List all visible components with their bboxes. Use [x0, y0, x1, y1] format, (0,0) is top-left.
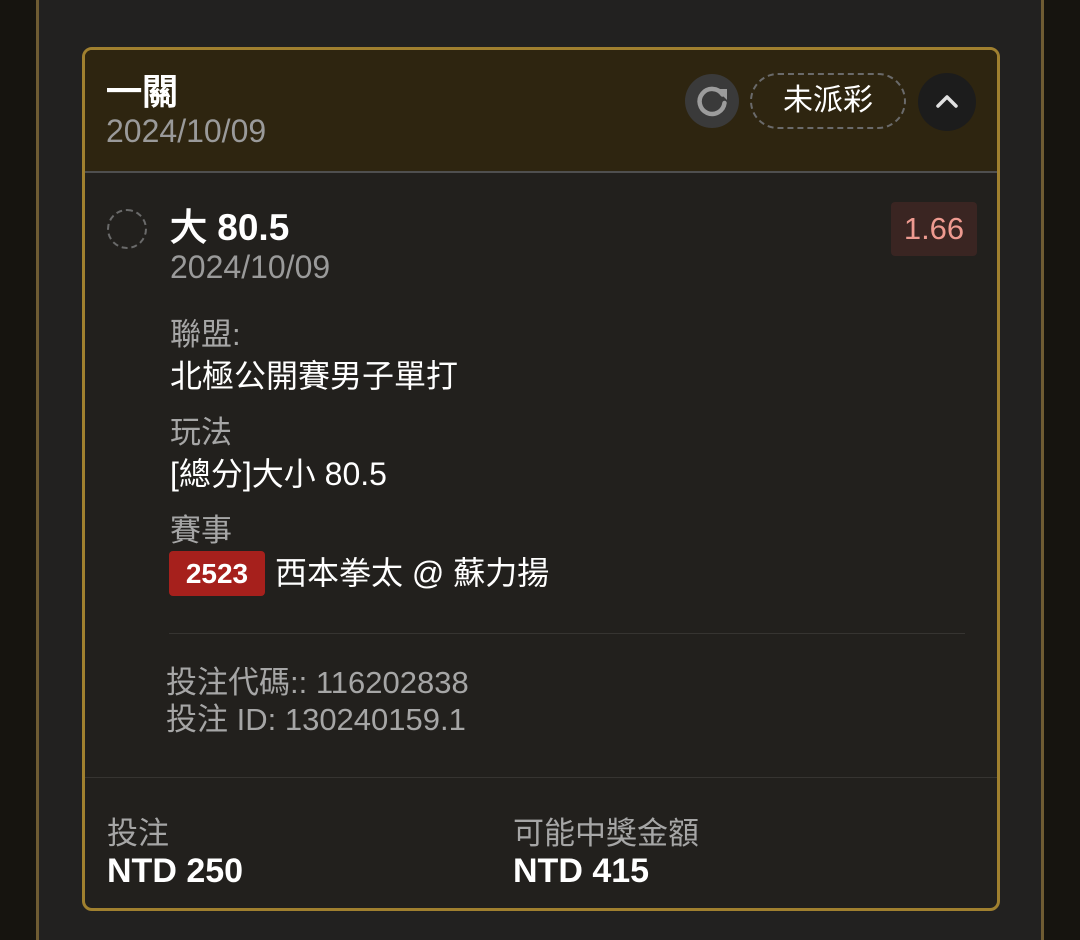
payout-value: NTD 415	[513, 852, 650, 890]
market-label: 玩法	[170, 415, 232, 450]
status-badge: 未派彩	[750, 73, 906, 129]
chevron-up-icon	[936, 95, 958, 108]
selection-radio[interactable]	[107, 209, 147, 249]
payout-label: 可能中獎金額	[513, 816, 699, 851]
selection-date: 2024/10/09	[170, 249, 331, 285]
bet-date: 2024/10/09	[106, 113, 267, 149]
divider	[85, 777, 997, 778]
bet-card: 一關 2024/10/09 未派彩 大 80.5 2024/10/09 1.66…	[82, 47, 1000, 911]
bet-code: 投注代碼:: 116202838	[166, 665, 469, 700]
event-id-badge: 2523	[169, 551, 265, 596]
odds-badge: 1.66	[891, 202, 977, 256]
stake-value: NTD 250	[107, 852, 244, 890]
league-value: 北極公開賽男子單打	[170, 358, 459, 394]
stake-label: 投注	[107, 816, 169, 851]
divider	[169, 633, 965, 634]
collapse-button[interactable]	[918, 73, 976, 131]
event-label: 賽事	[170, 513, 232, 548]
league-label: 聯盟:	[170, 317, 241, 352]
market-value: [總分]大小 80.5	[170, 456, 387, 492]
bet-type-title: 一關	[106, 71, 179, 112]
event-name: 西本拳太 @ 蘇力揚	[275, 555, 550, 591]
selection-title: 大 80.5	[170, 207, 290, 248]
bet-card-header: 一關 2024/10/09 未派彩	[85, 50, 997, 173]
refresh-button[interactable]	[685, 74, 739, 128]
bet-id: 投注 ID: 130240159.1	[166, 702, 466, 737]
refresh-icon	[697, 86, 727, 117]
